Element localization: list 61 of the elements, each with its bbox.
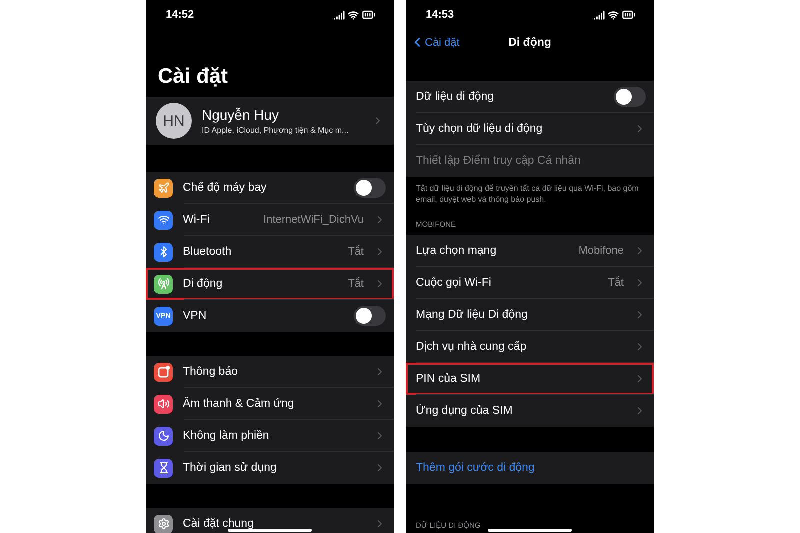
signal-icon	[334, 10, 345, 20]
row-value: Tắt	[348, 246, 364, 258]
row-label: Thời gian sử dụng	[183, 462, 278, 474]
toggle-switch[interactable]	[354, 306, 386, 326]
profile-subtitle: ID Apple, iCloud, Phương tiện & Mục m...	[202, 126, 350, 135]
row-label: Ứng dụng của SIM	[416, 405, 514, 417]
avatar: HN	[156, 103, 192, 139]
settings-row[interactable]: Lựa chọn mạng Mobifone	[406, 235, 654, 267]
profile-row[interactable]: HN Nguyễn Huy ID Apple, iCloud, Phương tiện & Mục m...	[146, 97, 394, 145]
page-title: Cài đặt	[157, 64, 230, 90]
settings-row[interactable]: Chế độ máy bay	[146, 172, 394, 204]
row-label: Mạng Dữ liệu Di động	[416, 309, 529, 321]
row-label: Thông báo	[183, 366, 239, 378]
profile-name: Nguyễn Huy	[202, 107, 280, 123]
settings-row[interactable]: Tùy chọn dữ liệu di động	[406, 113, 654, 145]
row-value: Mobifone	[578, 245, 624, 257]
status-time: 14:53	[426, 9, 454, 21]
settings-row[interactable]: Thời gian sử dụng	[146, 452, 394, 484]
row-label: Cuộc gọi Wi-Fi	[416, 277, 492, 289]
row-label: Thêm gói cước di động	[416, 462, 536, 474]
row-label: Âm thanh & Cảm ứng	[183, 398, 296, 410]
row-label: Dịch vụ nhà cung cấp	[416, 341, 528, 353]
settings-row[interactable]: Cuộc gọi Wi-Fi Tắt	[406, 267, 654, 299]
signal-icon	[594, 10, 605, 20]
row-label: VPN	[183, 310, 208, 322]
settings-row[interactable]: Wi-Fi InternetWiFi_DichVu	[146, 204, 394, 236]
section-footer: Tắt dữ liệu di động để truyền tất cả dữ liệu qua Wi-Fi, bao gồm email, duyệt web và thông báo push.	[406, 177, 654, 215]
row-label: Wi-Fi	[183, 214, 211, 226]
row-label: Không làm phiền	[183, 430, 270, 442]
row-value: Tắt	[348, 278, 364, 290]
settings-row[interactable]: Mạng Dữ liệu Di động	[406, 299, 654, 331]
row-label: PIN của SIM	[416, 373, 482, 385]
toggle-switch[interactable]	[354, 178, 386, 198]
settings-row[interactable]: Dịch vụ nhà cung cấp	[406, 331, 654, 363]
settings-row[interactable]: Thêm gói cước di động	[406, 452, 654, 484]
wifi-icon	[608, 10, 619, 20]
battery-icon	[622, 8, 636, 22]
row-label: Cài đặt chung	[183, 518, 255, 530]
row-label: Lựa chọn mạng	[416, 245, 498, 257]
wifi-icon	[348, 10, 359, 20]
toggle-switch[interactable]	[614, 87, 646, 107]
settings-row[interactable]: Dữ liệu di động	[406, 81, 654, 113]
settings-row[interactable]: Thông báo	[146, 356, 394, 388]
back-link[interactable]: Cài đặt	[410, 35, 460, 50]
settings-row[interactable]: Không làm phiền	[146, 420, 394, 452]
row-label: Dữ liệu di động	[416, 91, 496, 103]
row-label: Chế độ máy bay	[183, 182, 268, 194]
row-value: InternetWiFi_DichVu	[264, 214, 364, 226]
nav-title: Di động	[508, 37, 552, 49]
row-label: Tùy chọn dữ liệu di động	[416, 123, 544, 135]
status-time: 14:52	[166, 9, 194, 21]
battery-icon	[362, 8, 376, 22]
row-label: Thiết lập Điểm truy cập Cá nhân	[416, 155, 582, 167]
settings-row[interactable]: Bluetooth Tắt	[146, 236, 394, 268]
settings-row[interactable]: Ứng dụng của SIM	[406, 395, 654, 427]
settings-row[interactable]: Di động Tắt	[146, 268, 394, 300]
settings-row[interactable]: Âm thanh & Cảm ứng	[146, 388, 394, 420]
row-label: Di động	[183, 278, 224, 290]
settings-row[interactable]: PIN của SIM	[406, 363, 654, 395]
row-label: Bluetooth	[183, 246, 233, 258]
row-value: Tắt	[608, 277, 624, 289]
